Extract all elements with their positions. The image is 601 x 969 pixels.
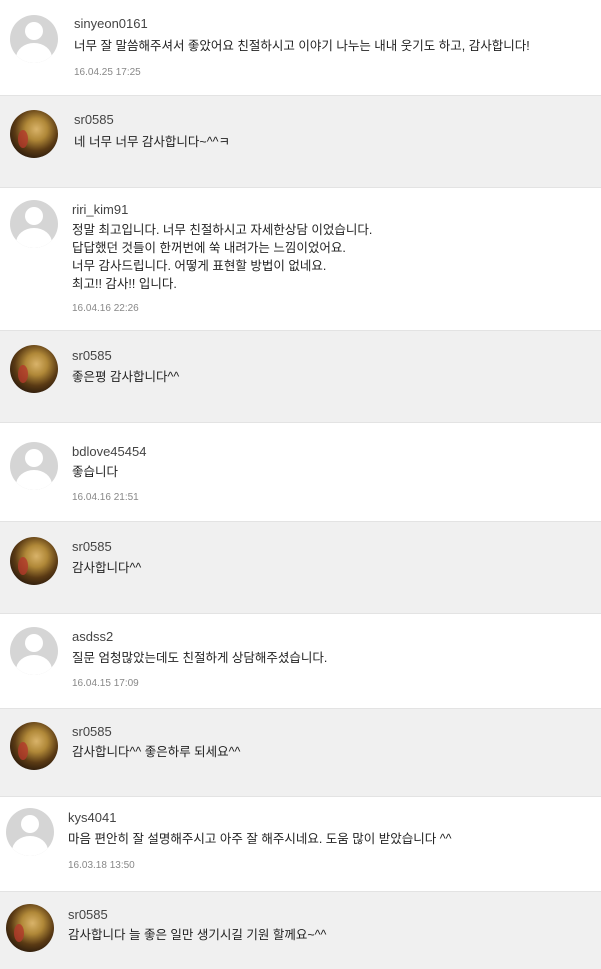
comment-text: 마음 편안히 잘 설명해주시고 아주 잘 해주시네요. 도움 많이 받았습니다 …: [68, 832, 452, 846]
reply-text: 감사합니다^^: [72, 561, 142, 575]
comment-date: 16.04.16 21:51: [72, 492, 139, 503]
reply-text: 감사합니다^^ 좋은하루 되세요^^: [72, 745, 241, 759]
comment-text: 좋습니다: [72, 465, 119, 479]
comment-text: 너무 잘 말씀해주셔서 좋았어요 친절하시고 이야기 나누는 내내 웃기도 하고…: [74, 39, 530, 53]
reply-text: 감사합니다 늘 좋은 일만 생기시길 기원 할께요~^^: [68, 928, 327, 942]
reply-item: sr0585 좋은평 감사합니다^^: [0, 331, 601, 423]
comment-username[interactable]: asdss2: [72, 629, 113, 644]
reply-item: sr0585 네 너무 너무 감사합니다~^^ㅋ: [0, 96, 601, 188]
comment-text-line: 너무 감사드립니다. 어떻게 표현할 방법이 없네요.: [72, 259, 327, 273]
default-avatar-icon: [10, 627, 58, 675]
comment-text-line: 답답했던 것들이 한꺼번에 쑥 내려가는 느낌이었어요.: [72, 241, 346, 255]
comment-text: 질문 엄청많았는데도 친절하게 상담해주셨습니다.: [72, 651, 328, 665]
comment-date: 16.04.15 17:09: [72, 678, 139, 689]
reply-username[interactable]: sr0585: [72, 724, 112, 739]
comment-username[interactable]: riri_kim91: [72, 202, 128, 217]
comment-item: bdlove45454 좋습니다 16.04.16 21:51: [0, 423, 601, 522]
reply-text: 좋은평 감사합니다^^: [72, 370, 180, 384]
reply-item: sr0585 감사합니다^^: [0, 522, 601, 614]
comment-feed: sinyeon0161 너무 잘 말씀해주셔서 좋았어요 친절하시고 이야기 나…: [0, 0, 601, 969]
default-avatar-icon: [10, 200, 58, 248]
reply-item: sr0585 감사합니다 늘 좋은 일만 생기시길 기원 할께요~^^: [0, 892, 601, 969]
comment-item: kys4041 마음 편안히 잘 설명해주시고 아주 잘 해주시네요. 도움 많…: [0, 797, 601, 892]
profile-photo: [10, 110, 58, 158]
default-avatar-icon: [6, 808, 54, 856]
comment-text-line: 최고!! 감사!! 입니다.: [72, 277, 177, 291]
reply-username[interactable]: sr0585: [72, 348, 112, 363]
reply-item: sr0585 감사합니다^^ 좋은하루 되세요^^: [0, 709, 601, 797]
comment-text-line: 정말 최고입니다. 너무 친절하시고 자세한상담 이었습니다.: [72, 223, 373, 237]
profile-photo: [10, 722, 58, 770]
comment-username[interactable]: bdlove45454: [72, 444, 146, 459]
comment-username[interactable]: kys4041: [68, 810, 116, 825]
default-avatar-icon: [10, 15, 58, 63]
comment-item: riri_kim91 정말 최고입니다. 너무 친절하시고 자세한상담 이었습니…: [0, 188, 601, 331]
comment-username[interactable]: sinyeon0161: [74, 16, 148, 31]
default-avatar-icon: [10, 442, 58, 490]
profile-photo: [10, 345, 58, 393]
profile-photo: [6, 904, 54, 952]
profile-photo: [10, 537, 58, 585]
comment-date: 16.04.16 22:26: [72, 303, 139, 314]
reply-username[interactable]: sr0585: [74, 112, 114, 127]
comment-item: sinyeon0161 너무 잘 말씀해주셔서 좋았어요 친절하시고 이야기 나…: [0, 0, 601, 96]
reply-username[interactable]: sr0585: [68, 907, 108, 922]
reply-username[interactable]: sr0585: [72, 539, 112, 554]
comment-date: 16.03.18 13:50: [68, 860, 135, 871]
comment-item: asdss2 질문 엄청많았는데도 친절하게 상담해주셨습니다. 16.04.1…: [0, 614, 601, 709]
comment-date: 16.04.25 17:25: [74, 67, 141, 78]
reply-text: 네 너무 너무 감사합니다~^^ㅋ: [74, 135, 230, 149]
